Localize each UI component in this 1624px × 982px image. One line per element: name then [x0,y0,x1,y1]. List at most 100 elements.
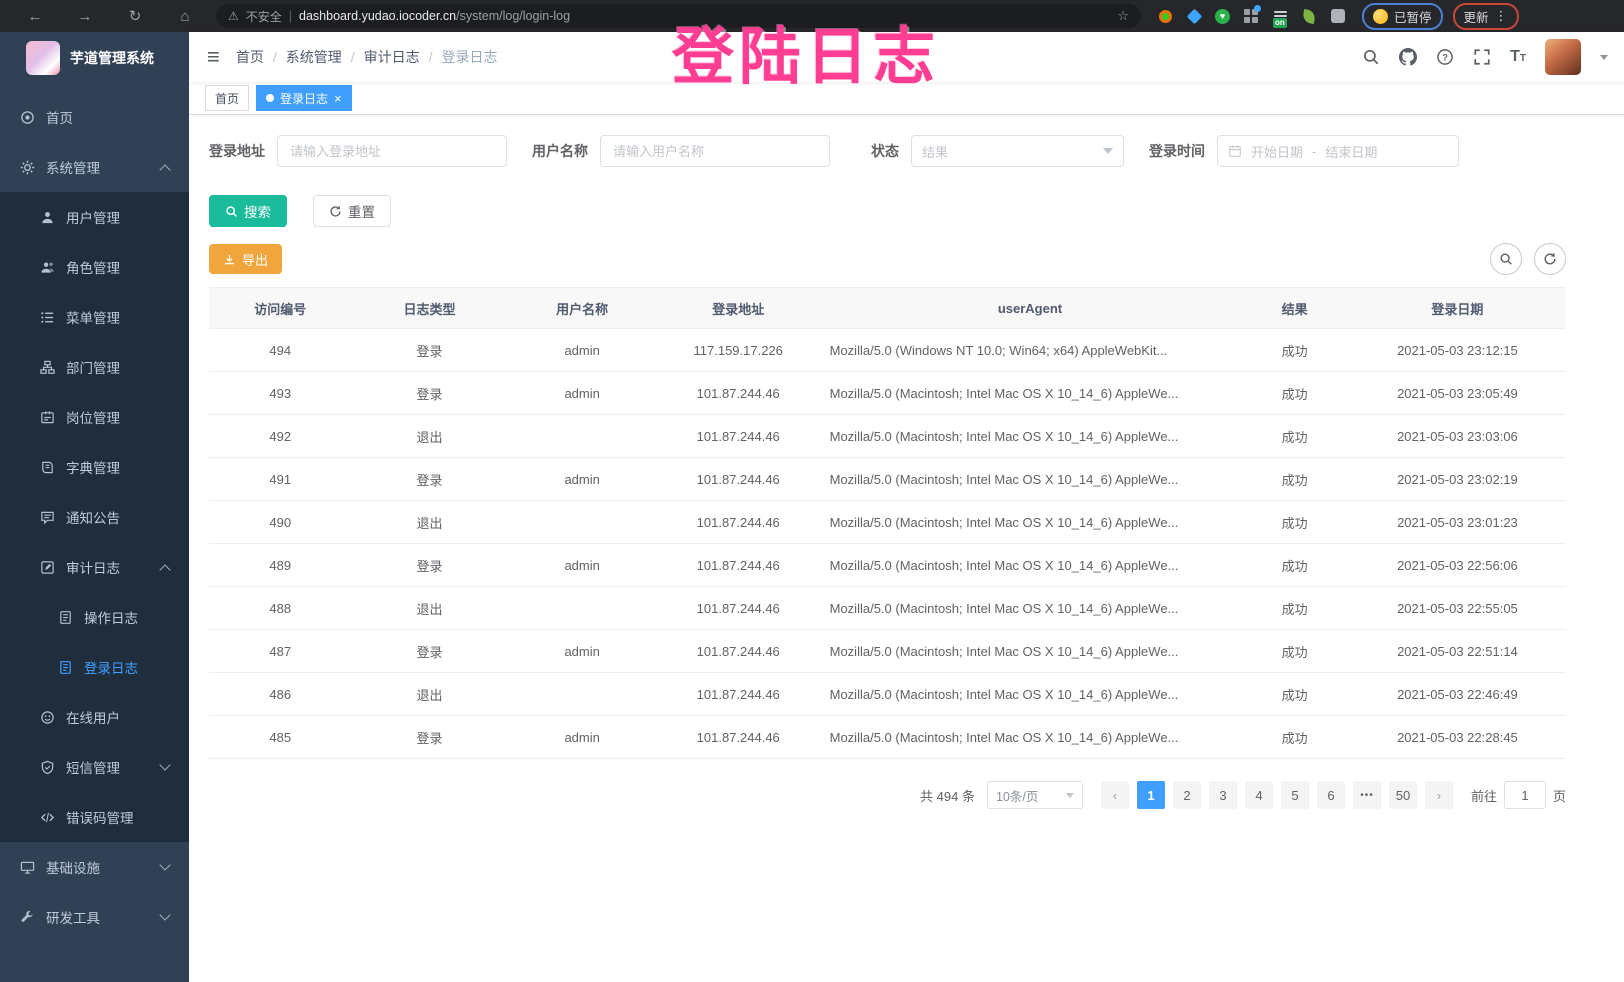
profile-emoji-icon [1373,9,1388,24]
sidebar-item-sms-management[interactable]: 短信管理 [0,742,189,792]
start-date-placeholder: 开始日期 [1251,142,1303,161]
table-cell: Mozilla/5.0 (Macintosh; Intel Mac OS X 1… [820,501,1241,544]
font-size-icon[interactable]: TT [1510,48,1526,66]
tag-label: 首页 [215,90,239,107]
profile-paused-pill[interactable]: 已暂停 [1362,3,1443,30]
page-button-2[interactable]: 2 [1173,781,1201,809]
table-cell: 成功 [1240,630,1349,673]
sidebar-item-dept-management[interactable]: 部门管理 [0,342,189,392]
table-cell: 退出 [351,501,507,544]
table-cell: 487 [209,630,351,673]
chevron-down-icon [1103,148,1113,154]
github-icon[interactable] [1399,48,1417,66]
kebab-menu-icon[interactable]: ⋮ [1495,8,1508,24]
sidebar-item-dict-management[interactable]: 字典管理 [0,442,189,492]
extension-area: ♥ on [1157,8,1346,24]
table-cell: 488 [209,587,351,630]
sidebar-item-label: 首页 [46,107,73,127]
monitor-icon [20,860,35,875]
table-cell: 登录 [351,630,507,673]
search-icon[interactable] [1362,48,1380,66]
search-button[interactable]: 搜索 [209,195,287,227]
help-icon[interactable]: ? [1436,48,1454,66]
table-cell: Mozilla/5.0 (Macintosh; Intel Mac OS X 1… [820,673,1241,716]
breadcrumb: 首页 / 系统管理 / 审计日志 / 登录日志 [236,47,498,67]
login-address-input[interactable] [277,135,507,167]
extension-grid-icon[interactable] [1243,8,1259,24]
browser-back-icon[interactable]: ← [10,8,60,25]
next-page-button[interactable]: › [1425,781,1453,809]
security-warning-label[interactable]: 不安全 [246,8,282,25]
tag-login-log[interactable]: 登录日志 × [256,85,352,111]
extension-orange-icon[interactable] [1157,8,1173,24]
sidebar-item-role-management[interactable]: 角色管理 [0,242,189,292]
sidebar-item-system-management[interactable]: 系统管理 [0,142,189,192]
refresh-icon [329,205,342,218]
page-size-select[interactable]: 10条/页 [987,781,1083,809]
avatar-caret-icon[interactable] [1600,55,1608,60]
prev-page-button[interactable]: ‹ [1101,781,1129,809]
hamburger-icon[interactable]: ≡ [207,46,220,68]
sidebar-item-label: 登录日志 [84,657,138,677]
more-pages-button[interactable]: ••• [1353,781,1381,809]
url-domain: dashboard.yudao.iocoder.cn [299,9,456,23]
sidebar-item-login-log[interactable]: 登录日志 [0,642,189,692]
filter-login-address: 登录地址 [209,135,507,167]
sidebar-item-infrastructure[interactable]: 基础设施 [0,842,189,892]
avatar[interactable] [1545,39,1581,75]
extension-plant-icon[interactable] [1301,8,1317,24]
table-cell: 成功 [1240,415,1349,458]
login-time-label: 登录时间 [1149,141,1205,161]
refresh-table-button[interactable] [1534,243,1566,275]
extension-puzzle-icon[interactable] [1330,8,1346,24]
export-button[interactable]: 导出 [209,244,282,274]
date-range-picker[interactable]: 开始日期 - 结束日期 [1217,135,1459,167]
table-cell: 486 [209,673,351,716]
fullscreen-icon[interactable] [1473,48,1491,66]
sidebar-item-error-code[interactable]: 错误码管理 [0,792,189,842]
page-button-5[interactable]: 5 [1281,781,1309,809]
browser-home-icon[interactable]: ⌂ [160,8,210,25]
sidebar-item-operation-log[interactable]: 操作日志 [0,592,189,642]
table-cell: Mozilla/5.0 (Macintosh; Intel Mac OS X 1… [820,630,1241,673]
extension-list-icon[interactable]: on [1272,8,1288,24]
username-input[interactable] [600,135,830,167]
bookmark-star-icon[interactable]: ☆ [1117,8,1129,24]
table-cell: admin [508,372,657,415]
page-button-4[interactable]: 4 [1245,781,1273,809]
goto-page-input[interactable] [1504,781,1546,809]
column-header: 登录日期 [1349,288,1566,329]
page-button-3[interactable]: 3 [1209,781,1237,809]
sidebar-item-audit-log[interactable]: 审计日志 [0,542,189,592]
status-select[interactable]: 结果 [911,135,1124,167]
update-pill[interactable]: 更新 ⋮ [1453,3,1519,30]
sidebar-item-online-users[interactable]: 在线用户 [0,692,189,742]
sidebar-item-user-management[interactable]: 用户管理 [0,192,189,242]
username-label: 用户名称 [532,141,588,161]
breadcrumb-item-system[interactable]: 系统管理 [286,47,342,67]
breadcrumb-item-audit-log[interactable]: 审计日志 [364,47,420,67]
breadcrumb-item-home[interactable]: 首页 [236,47,264,67]
page-button-6[interactable]: 6 [1317,781,1345,809]
sidebar-item-post-management[interactable]: 岗位管理 [0,392,189,442]
url-text[interactable]: dashboard.yudao.iocoder.cn/system/log/lo… [299,9,570,23]
tag-home[interactable]: 首页 [205,85,249,111]
table-row: 488退出101.87.244.46Mozilla/5.0 (Macintosh… [209,587,1566,630]
table-cell: admin [508,329,657,372]
page-button-50[interactable]: 50 [1389,781,1417,809]
toggle-search-button[interactable] [1490,243,1522,275]
table-cell: admin [508,544,657,587]
browser-forward-icon[interactable]: → [60,8,110,25]
sidebar-item-home[interactable]: 首页 [0,92,189,142]
sidebar-item-dev-tools[interactable]: 研发工具 [0,892,189,942]
page-button-1[interactable]: 1 [1137,781,1165,809]
sidebar-item-notice[interactable]: 通知公告 [0,492,189,542]
browser-reload-icon[interactable]: ↻ [110,7,160,25]
reset-button[interactable]: 重置 [313,195,391,227]
sidebar-item-label: 错误码管理 [66,807,134,827]
extension-heart-icon[interactable]: ♥ [1215,9,1230,24]
close-icon[interactable]: × [334,92,342,105]
sidebar-item-menu-management[interactable]: 菜单管理 [0,292,189,342]
logo[interactable]: 芋道管理系统 [0,32,189,84]
extension-diamond-icon[interactable] [1186,8,1202,24]
